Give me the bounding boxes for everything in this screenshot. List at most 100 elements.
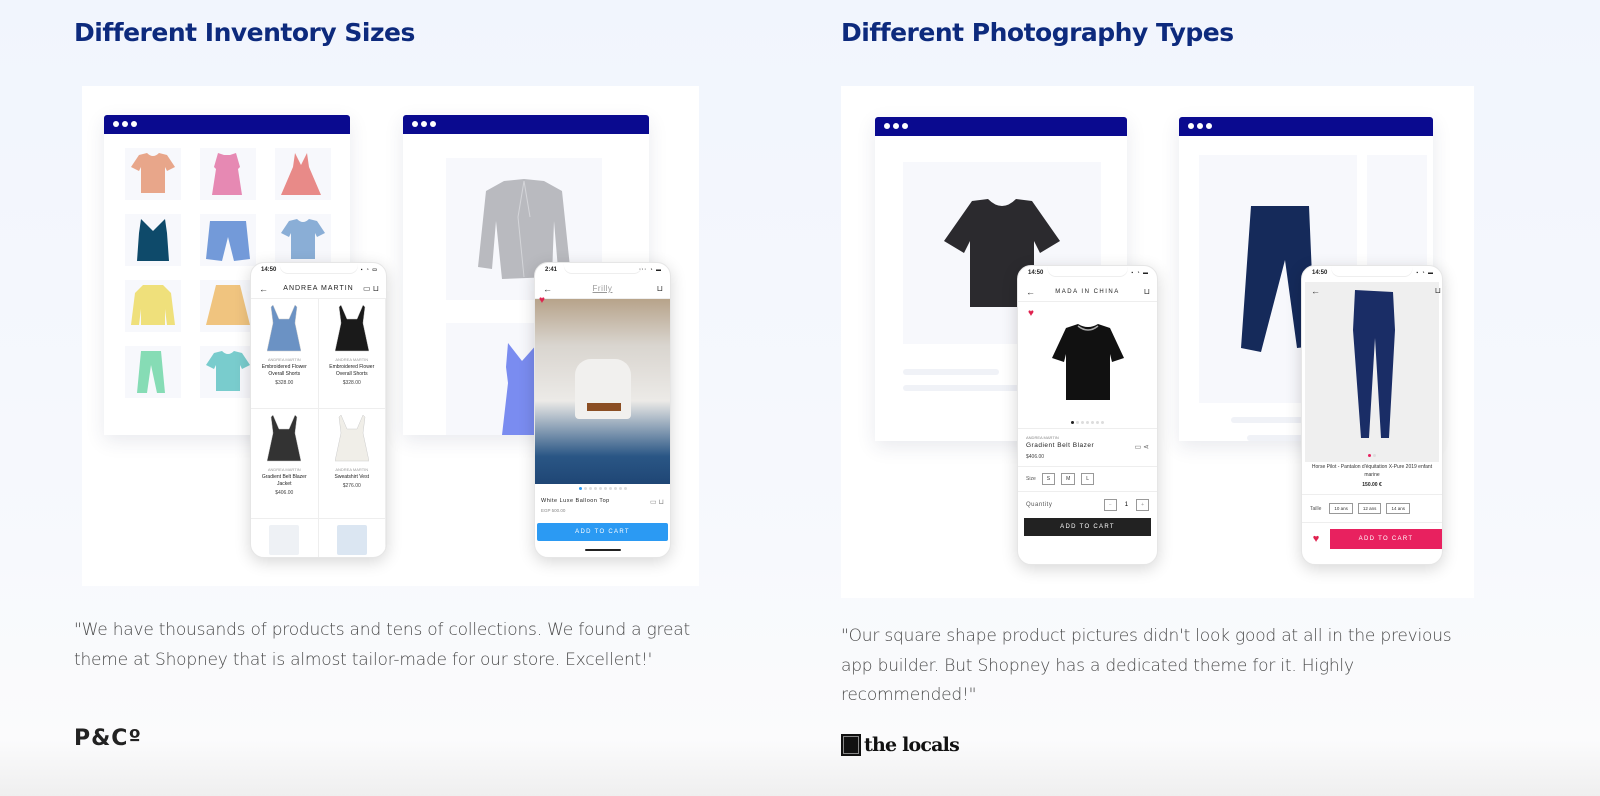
garment-icon [131, 285, 175, 325]
product-price: $276.00 [342, 483, 361, 489]
brand-logo-pco: P&Cº [74, 726, 142, 751]
quantity-value: 1 [1124, 502, 1129, 508]
product-card[interactable]: ANDREA MARTIN Sweatshirt Vest $276.00 [318, 409, 386, 519]
home-indicator [584, 549, 621, 551]
product-tile [200, 346, 256, 398]
size-option[interactable]: 14 ans [1386, 503, 1410, 514]
app-nav-bar: ← ANDREA MARTIN ▭ ⊔ [251, 279, 386, 299]
cart-icon[interactable]: ⊔ [657, 284, 663, 293]
phone-product-grid: 14:50 ▪ ◔ ▭ ← ANDREA MARTIN ▭ ⊔ ANDREA M… [250, 262, 387, 558]
product-tile [200, 148, 256, 200]
product-name: Embroidered Flower Overall Shorts [329, 364, 375, 377]
store-title: ANDREA MARTIN [283, 285, 354, 292]
product-image [269, 525, 300, 555]
product-card[interactable] [251, 519, 319, 557]
add-to-cart-button[interactable]: ADD TO CART [1024, 518, 1151, 536]
window-dots-icon [113, 121, 137, 127]
product-brand: ANDREA MARTIN [267, 467, 301, 472]
chat-cart-icons[interactable]: ▭ ⊔ [363, 284, 379, 293]
size-option[interactable]: 10 ans [1329, 503, 1353, 514]
product-brand: ANDREA MARTIN [1026, 435, 1059, 440]
app-nav-bar: ← MADA IN CHINA ⊔ [1018, 282, 1157, 302]
add-to-cart-button[interactable]: ADD TO CART [537, 523, 668, 541]
product-brand: ANDREA MARTIN [267, 357, 301, 362]
size-option[interactable]: M [1061, 473, 1076, 485]
heart-icon[interactable]: ♥ [1028, 308, 1034, 319]
garment-icon [131, 153, 175, 193]
product-card[interactable] [319, 519, 386, 557]
signal-icon: ▪ ◔ ▭ [360, 267, 378, 273]
status-time: 14:50 [261, 267, 277, 273]
browser-titlebar [104, 115, 350, 134]
status-time: 14:50 [1028, 270, 1044, 276]
window-dots-icon [884, 123, 908, 129]
product-name: White Luxe Balloon Top [541, 498, 610, 504]
chat-share-icons[interactable]: ▭ ⋖ [1135, 443, 1149, 451]
product-tile [200, 280, 256, 332]
size-selector: Size S M L [1018, 466, 1157, 491]
add-to-cart-button[interactable]: ADD TO CART [1330, 529, 1442, 549]
product-card[interactable]: ANDREA MARTIN Gradient Belt Blazer Jacket… [251, 409, 319, 519]
garment-icon [137, 219, 169, 261]
brand-logo-the-locals: the locals [841, 734, 960, 756]
product-photo: ♥ [535, 295, 670, 484]
product-name: Sweatshirt Vest [334, 474, 369, 480]
quantity-decrement[interactable]: − [1103, 499, 1117, 511]
product-card[interactable]: ANDREA MARTIN Embroidered Flower Overall … [318, 299, 386, 409]
illustration-panel: 14:50 ▪ ◔ ▭ ← ANDREA MARTIN ▭ ⊔ ANDREA M… [82, 86, 699, 586]
testimonial-quote: "Our square shape product pictures didn'… [841, 626, 1452, 705]
phone-product-detail: 2:41 ··· ◔ ▬ ← Frilly ⊔ ♥ White Luxe Bal… [534, 262, 671, 558]
product-price: EGP 500.00 [541, 508, 566, 513]
phone-product-detail-square: 14:50 ▪ ◔ ▬ ← MADA IN CHINA ⊔ ♥ ANDREA M… [1017, 265, 1158, 565]
size-option[interactable]: L [1081, 473, 1095, 485]
back-arrow-icon[interactable]: ← [1311, 286, 1320, 296]
store-title: Frilly [592, 284, 613, 293]
phone-product-detail-portrait: 14:50 ▪ ◔ ▬ ← ⊔ Horse Pilot - Pantalon d… [1301, 265, 1443, 565]
product-photo: ← ⊔ [1305, 282, 1441, 462]
cart-icon[interactable]: ⊔ [1435, 286, 1441, 295]
product-card[interactable]: ANDREA MARTIN Embroidered Flower Overall … [251, 299, 319, 409]
browser-titlebar [1179, 117, 1433, 136]
window-dots-icon [412, 121, 436, 127]
product-price: $406.00 [275, 490, 294, 496]
size-selector: Taille 10 ans 12 ans 14 ans [1302, 495, 1442, 523]
garment-icon [281, 153, 321, 195]
section-title: Different Inventory Sizes [74, 18, 415, 47]
product-image [336, 525, 367, 555]
testimonial-quote: "We have thousands of products and tens … [74, 620, 690, 670]
size-option[interactable]: S [1041, 473, 1056, 485]
image-pager-dots[interactable] [1302, 454, 1442, 457]
heart-icon[interactable]: ♥ [539, 295, 545, 306]
signal-icon: ▪ ◔ ▬ [1131, 270, 1149, 276]
illustration-panel: 14:50 ▪ ◔ ▬ ← MADA IN CHINA ⊔ ♥ ANDREA M… [841, 86, 1474, 598]
product-grid: ANDREA MARTIN Embroidered Flower Overall … [251, 299, 386, 557]
product-name: Embroidered Flower Overall Shorts [261, 364, 307, 377]
product-price: $328.00 [342, 380, 361, 386]
product-image [334, 415, 369, 462]
signal-icon: ▪ ◔ ▬ [1416, 270, 1434, 276]
image-pager-dots[interactable] [1018, 421, 1157, 424]
garment-icon [281, 219, 325, 259]
status-time: 14:50 [1312, 270, 1328, 276]
garment-icon [206, 285, 250, 325]
product-price: 150.00 € [1362, 482, 1382, 488]
back-arrow-icon[interactable]: ← [543, 284, 552, 294]
product-price: $406.00 [1026, 454, 1045, 460]
riding-pants-icon [1353, 290, 1395, 438]
chat-share-icons[interactable]: ▭ ⊔ [650, 498, 664, 506]
product-tile [125, 280, 181, 332]
product-tile [200, 214, 256, 266]
size-option[interactable]: 12 ans [1357, 503, 1382, 514]
product-photo: ♥ [1018, 302, 1157, 428]
window-dots-icon [1188, 123, 1212, 129]
quantity-increment[interactable]: + [1136, 499, 1149, 511]
back-arrow-icon[interactable]: ← [1026, 287, 1035, 297]
cart-icon[interactable]: ⊔ [1144, 287, 1150, 296]
garment-icon [137, 351, 165, 393]
quantity-stepper: Quantity − 1 + [1018, 491, 1157, 518]
the-locals-mark-icon [841, 734, 861, 756]
heart-icon[interactable]: ♥ [1302, 529, 1330, 549]
product-image [267, 415, 302, 462]
browser-titlebar [403, 115, 649, 134]
back-arrow-icon[interactable]: ← [259, 284, 268, 294]
